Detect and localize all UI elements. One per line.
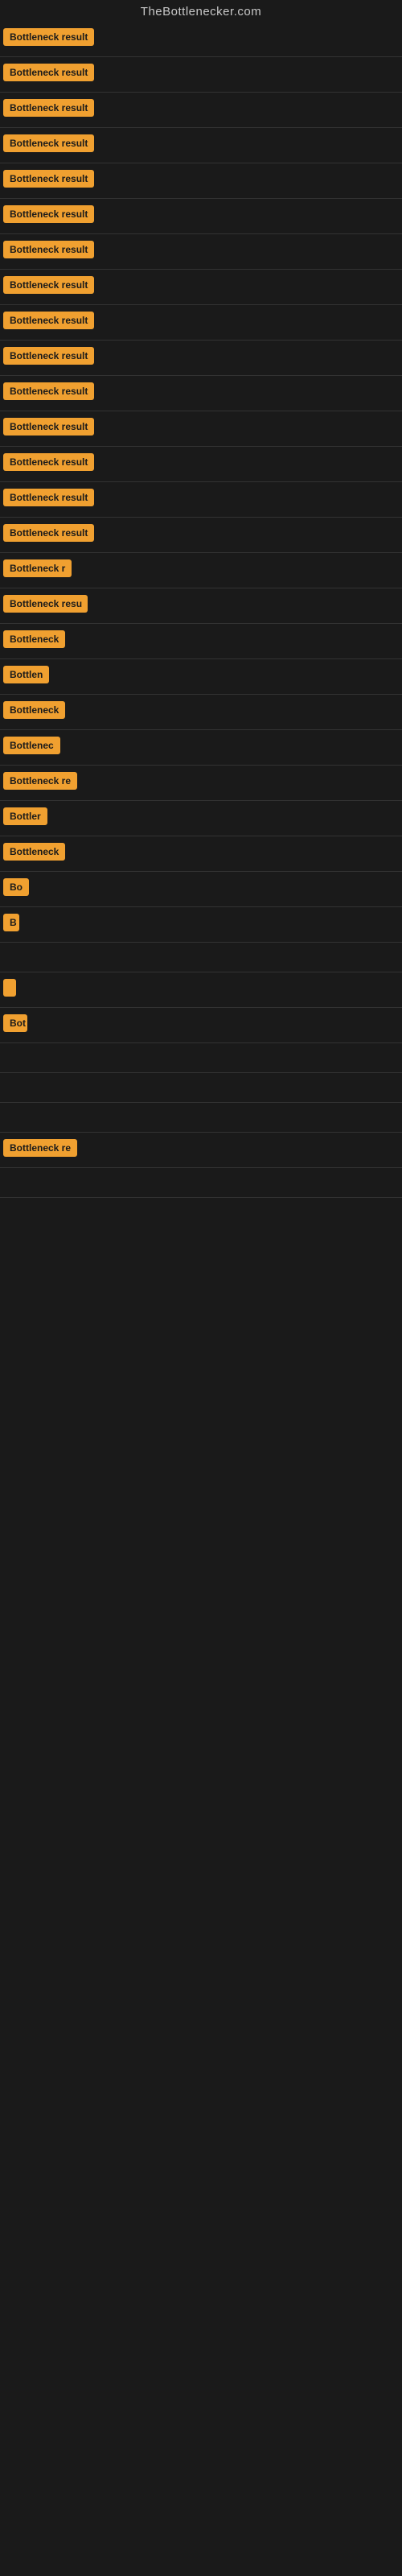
bottleneck-badge-13[interactable]: Bottleneck result [3, 453, 94, 471]
result-row-24: Bottleneck [0, 836, 402, 871]
result-row-15: Bottleneck result [0, 518, 402, 552]
bottleneck-badge-5[interactable]: Bottleneck result [3, 170, 94, 188]
result-row-26: B [0, 907, 402, 942]
result-row-10: Bottleneck result [0, 341, 402, 375]
result-row-6: Bottleneck result [0, 199, 402, 233]
result-row-22: Bottleneck re [0, 766, 402, 800]
result-row-4: Bottleneck result [0, 128, 402, 163]
result-row-28 [0, 972, 402, 1007]
bottleneck-badge-16[interactable]: Bottleneck r [3, 559, 72, 577]
bottleneck-badge-17[interactable]: Bottleneck resu [3, 595, 88, 613]
result-row-9: Bottleneck result [0, 305, 402, 340]
bottleneck-badge-7[interactable]: Bottleneck result [3, 241, 94, 258]
bottleneck-badge-19[interactable]: Bottlen [3, 666, 49, 683]
result-row-17: Bottleneck resu [0, 588, 402, 623]
bottleneck-badge-9[interactable]: Bottleneck result [3, 312, 94, 329]
result-row-21: Bottlenec [0, 730, 402, 765]
bottleneck-badge-20[interactable]: Bottleneck [3, 701, 65, 719]
result-row-12: Bottleneck result [0, 411, 402, 446]
bottleneck-badge-18[interactable]: Bottleneck [3, 630, 65, 648]
result-row-1: Bottleneck result [0, 22, 402, 56]
site-title: TheBottlenecker.com [0, 0, 402, 22]
bottleneck-badge-12[interactable]: Bottleneck result [3, 418, 94, 436]
result-row-18: Bottleneck [0, 624, 402, 658]
bottleneck-badge-1[interactable]: Bottleneck result [3, 28, 94, 46]
result-row-29: Bot [0, 1008, 402, 1042]
bottleneck-badge-3[interactable]: Bottleneck result [3, 99, 94, 117]
result-row-23: Bottler [0, 801, 402, 836]
bottleneck-badge-15[interactable]: Bottleneck result [3, 524, 94, 542]
result-row-33: Bottleneck re [0, 1133, 402, 1167]
result-row-7: Bottleneck result [0, 234, 402, 269]
result-row-19: Bottlen [0, 659, 402, 694]
bottleneck-badge-14[interactable]: Bottleneck result [3, 489, 94, 506]
result-row-31 [0, 1073, 402, 1102]
bottleneck-badge-29[interactable]: Bot [3, 1014, 27, 1032]
bottleneck-badge-23[interactable]: Bottler [3, 807, 47, 825]
result-row-14: Bottleneck result [0, 482, 402, 517]
page-container: TheBottlenecker.com Bottleneck result Bo… [0, 0, 402, 2576]
result-row-25: Bo [0, 872, 402, 906]
bottleneck-badge-21[interactable]: Bottlenec [3, 737, 60, 754]
result-row-16: Bottleneck r [0, 553, 402, 588]
result-row-5: Bottleneck result [0, 163, 402, 198]
result-row-13: Bottleneck result [0, 447, 402, 481]
result-row-27 [0, 943, 402, 972]
bottleneck-badge-25[interactable]: Bo [3, 878, 29, 896]
bottleneck-badge-33[interactable]: Bottleneck re [3, 1139, 77, 1157]
bottleneck-badge-24[interactable]: Bottleneck [3, 843, 65, 861]
result-row-2: Bottleneck result [0, 57, 402, 92]
bottleneck-badge-8[interactable]: Bottleneck result [3, 276, 94, 294]
result-row-8: Bottleneck result [0, 270, 402, 304]
bottleneck-badge-11[interactable]: Bottleneck result [3, 382, 94, 400]
bottleneck-badge-2[interactable]: Bottleneck result [3, 64, 94, 81]
result-row-11: Bottleneck result [0, 376, 402, 411]
result-row-34 [0, 1168, 402, 1197]
result-row-30 [0, 1043, 402, 1072]
result-row-20: Bottleneck [0, 695, 402, 729]
bottleneck-badge-4[interactable]: Bottleneck result [3, 134, 94, 152]
result-row-35 [0, 1198, 402, 1227]
result-row-3: Bottleneck result [0, 93, 402, 127]
result-row-32 [0, 1103, 402, 1132]
bottleneck-badge-28[interactable] [3, 979, 16, 997]
bottleneck-badge-22[interactable]: Bottleneck re [3, 772, 77, 790]
bottleneck-badge-10[interactable]: Bottleneck result [3, 347, 94, 365]
bottleneck-badge-6[interactable]: Bottleneck result [3, 205, 94, 223]
bottleneck-badge-26[interactable]: B [3, 914, 19, 931]
